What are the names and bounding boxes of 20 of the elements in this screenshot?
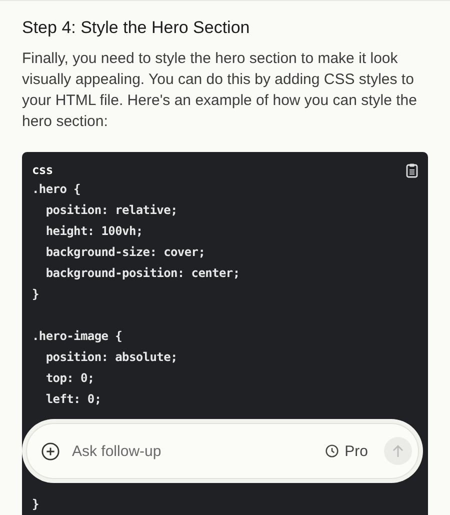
code-line: .hero-image { <box>32 328 124 345</box>
clock-icon <box>324 444 339 458</box>
pro-mode-button[interactable]: Pro <box>324 442 368 460</box>
code-language: css <box>32 163 53 177</box>
code-line: .hero { <box>32 181 82 198</box>
clipboard-icon[interactable] <box>406 162 418 178</box>
code-line: background-size: cover; <box>44 244 206 261</box>
follow-up-input[interactable]: Ask follow-up <box>70 442 315 460</box>
code-line: background-position: center; <box>44 265 241 282</box>
code-line: position: relative; <box>44 202 178 219</box>
paragraph: Finally, you need to style the hero section to make it look visually appealing. You can do this by adding CSS styles to your HTML file. Here's an example of how you can style the hero section: <box>22 49 418 132</box>
code-line: } <box>32 496 40 513</box>
section-heading: Step 4: Style the Hero Section <box>22 18 251 38</box>
code-line: position: absolute; <box>44 349 178 366</box>
code-line: top: 0; <box>44 370 96 387</box>
plus-icon[interactable] <box>41 442 60 460</box>
code-line: left: 0; <box>44 391 102 408</box>
up-arrow-icon <box>392 444 404 458</box>
code-line: height: 100vh; <box>44 223 144 240</box>
code-line: } <box>32 286 40 303</box>
